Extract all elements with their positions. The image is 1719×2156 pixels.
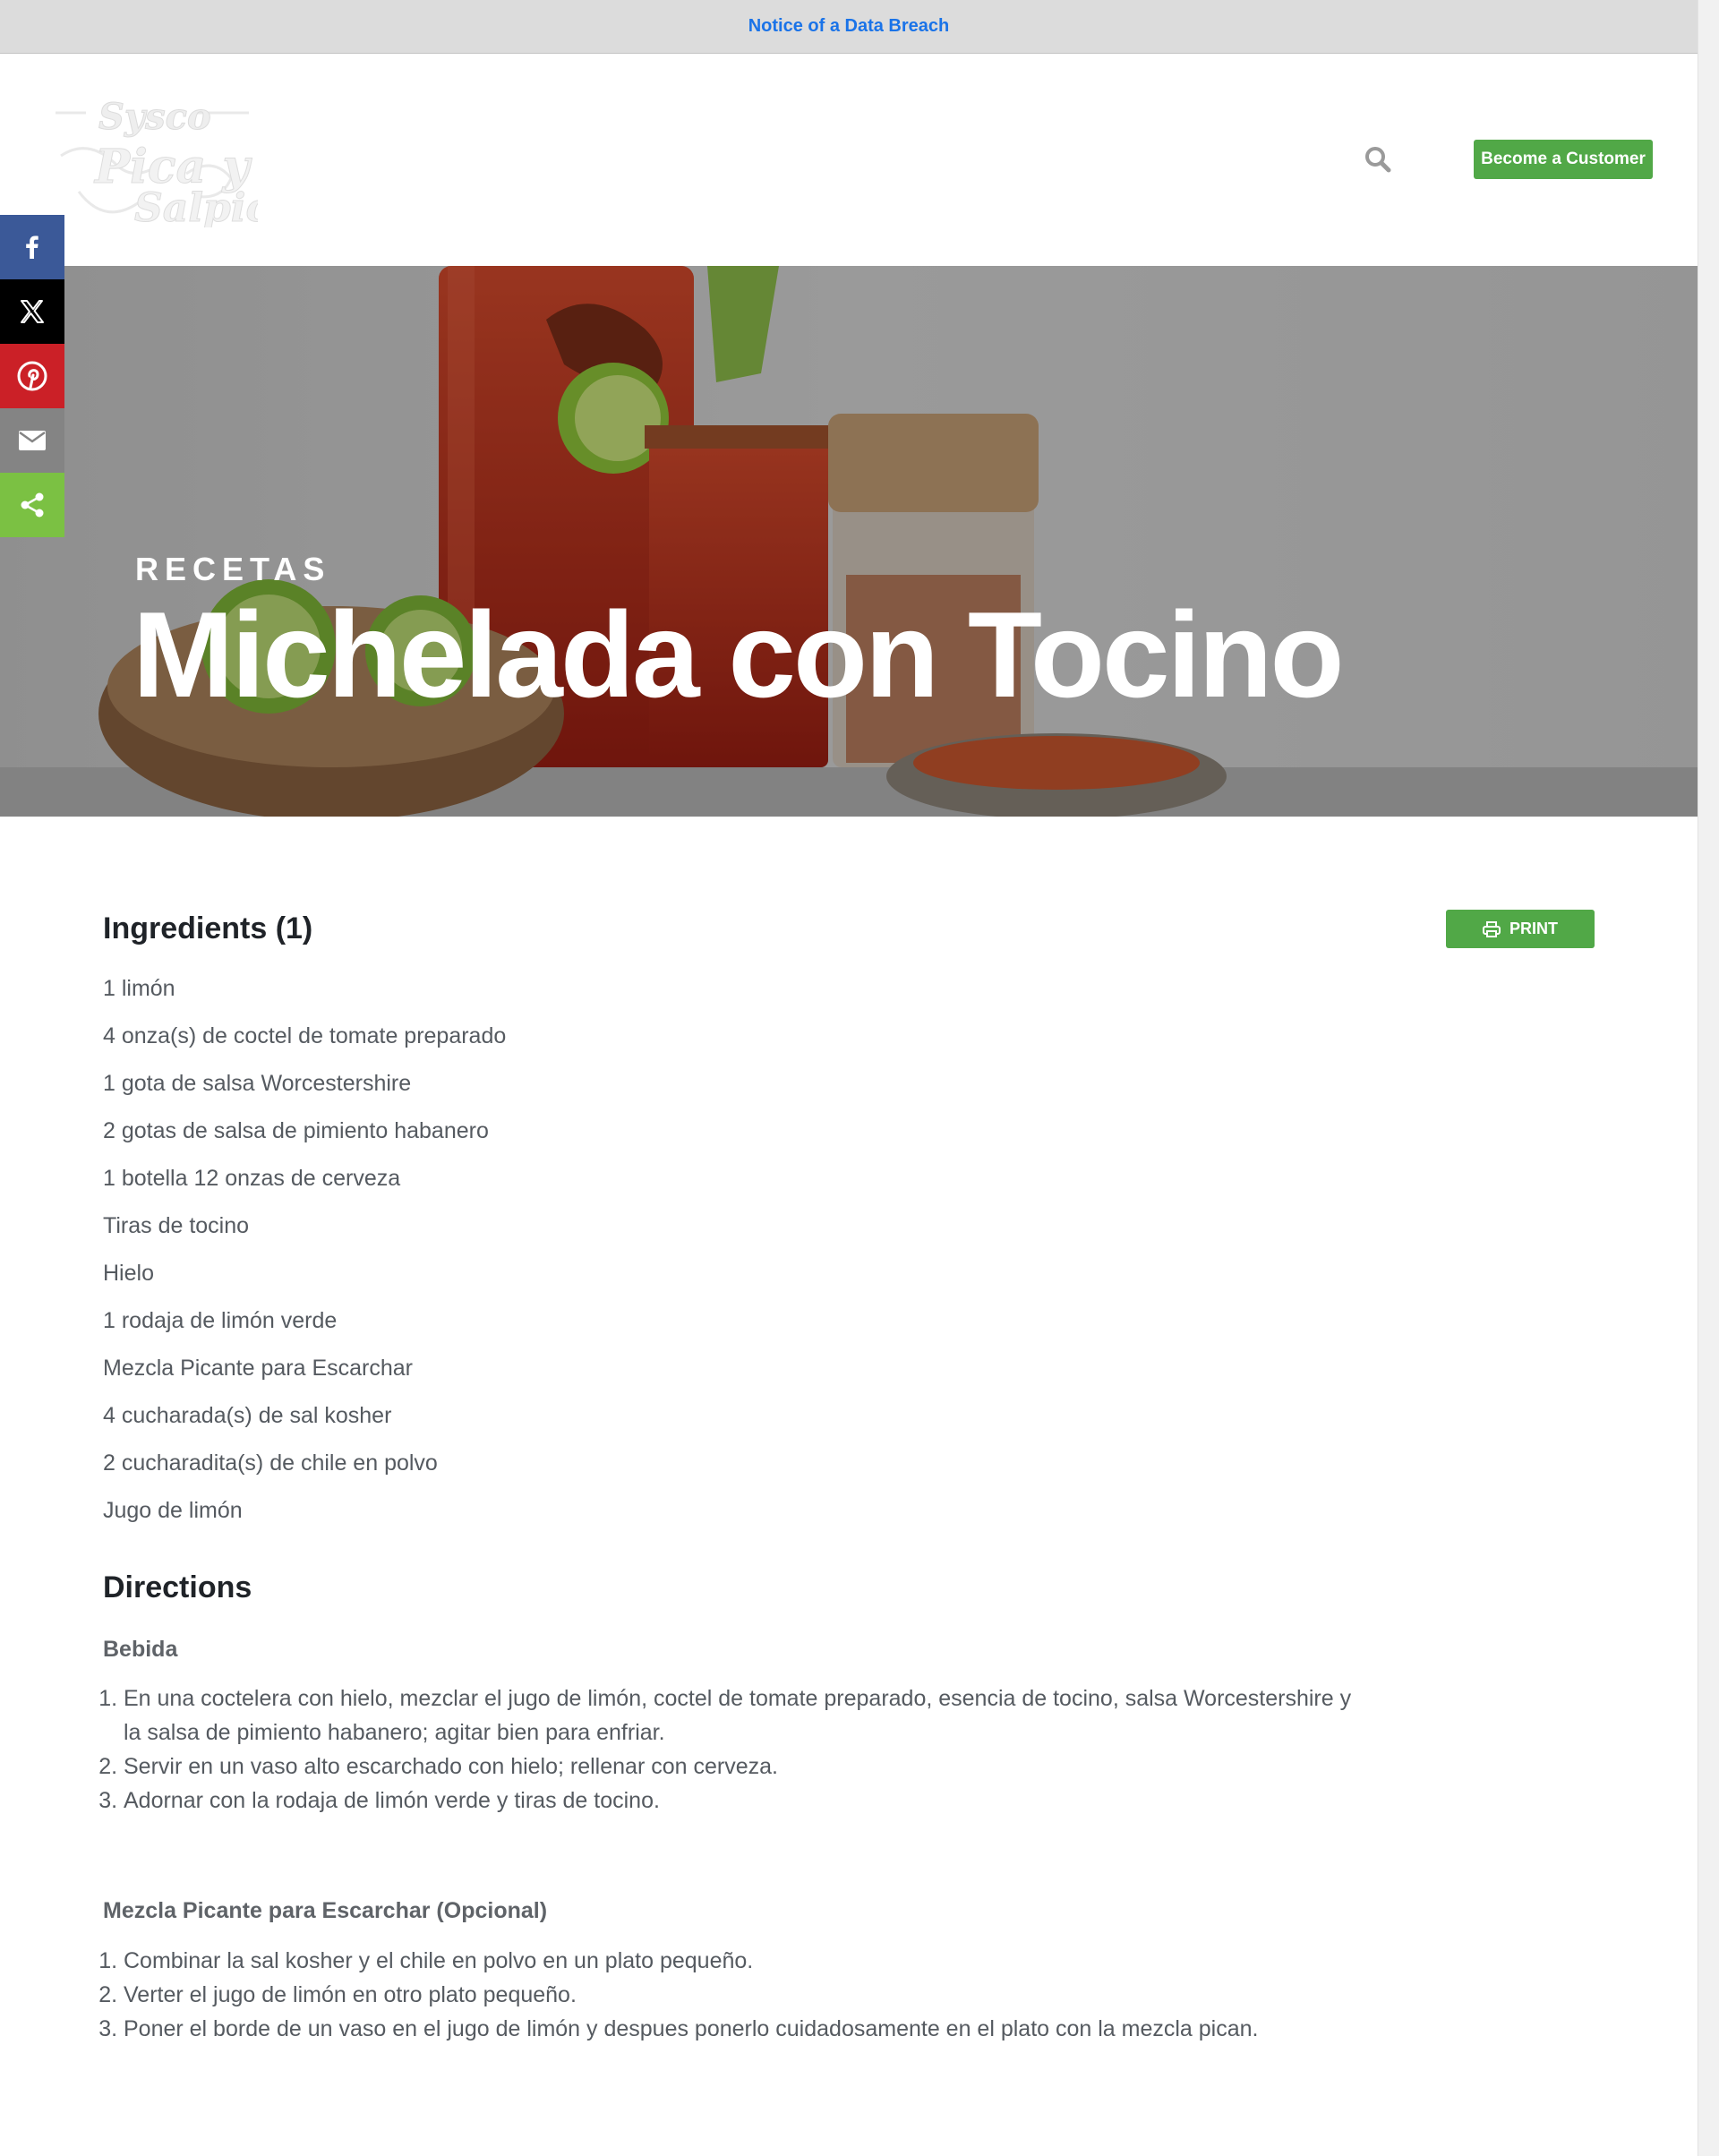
directions-steps-bebida: En una coctelera con hielo, mezclar el j… (103, 1681, 1356, 1818)
x-icon (21, 300, 44, 323)
ingredient-item: 1 rodaja de limón verde (103, 1308, 338, 1333)
print-button[interactable]: PRINT (1446, 910, 1595, 948)
site-logo[interactable]: Sysco Pica y Salpica (52, 93, 295, 232)
notice-bar: Notice of a Data Breach (0, 0, 1698, 54)
svg-text:Sysco: Sysco (98, 96, 211, 138)
directions-steps-mezcla: Combinar la sal kosher y el chile en pol… (103, 1944, 1356, 2046)
printer-icon (1483, 920, 1501, 937)
email-icon (19, 431, 46, 450)
direction-step: Poner el borde de un vaso en el jugo de … (124, 2012, 1356, 2046)
page-title: Michelada con Tocino (133, 586, 1345, 723)
data-breach-notice-link[interactable]: Notice of a Data Breach (748, 16, 950, 37)
become-customer-button[interactable]: Become a Customer (1474, 140, 1653, 179)
ingredient-item: 2 cucharadita(s) de chile en polvo (103, 1450, 438, 1476)
ingredient-item: 4 onza(s) de coctel de tomate preparado (103, 1023, 507, 1048)
hero-banner: RECETAS Michelada con Tocino (0, 266, 1698, 817)
share-facebook-button[interactable] (0, 215, 64, 279)
ingredient-item: 1 botella 12 onzas de cerveza (103, 1166, 401, 1191)
ingredients-list: 1 limón 4 onza(s) de coctel de tomate pr… (103, 974, 506, 1544)
svg-text:Salpica: Salpica (134, 185, 258, 227)
ingredient-item: Mezcla Picante para Escarchar (103, 1356, 413, 1381)
share-more-button[interactable] (0, 473, 64, 537)
logo-graphic: Sysco Pica y Salpica (56, 96, 295, 232)
direction-step: Servir en un vaso alto escarchado con hi… (124, 1750, 1356, 1784)
directions-heading: Directions (103, 1570, 252, 1604)
site-header: Sysco Pica y Salpica Become a Customer (0, 54, 1698, 266)
share-x-button[interactable] (0, 279, 64, 344)
share-email-button[interactable] (0, 408, 64, 473)
direction-step: Adornar con la rodaja de limón verde y t… (124, 1784, 1356, 1818)
ingredient-item: Tiras de tocino (103, 1213, 250, 1238)
direction-step: Combinar la sal kosher y el chile en pol… (124, 1944, 1356, 1978)
facebook-icon (26, 235, 38, 259)
ingredient-item: 1 gota de salsa Worcestershire (103, 1071, 412, 1096)
ingredient-item: Jugo de limón (103, 1498, 243, 1523)
directions-section-heading: Mezcla Picante para Escarchar (Opcional) (103, 1898, 548, 1923)
social-share-bar (0, 215, 64, 537)
print-label: PRINT (1509, 920, 1558, 937)
hero-category: RECETAS (135, 551, 331, 587)
share-pinterest-button[interactable] (0, 344, 64, 408)
ingredient-item: Hielo (103, 1261, 154, 1286)
pinterest-icon (17, 361, 47, 391)
directions-section-heading: Bebida (103, 1637, 178, 1662)
direction-step: En una coctelera con hielo, mezclar el j… (124, 1681, 1356, 1750)
direction-step: Verter el jugo de limón en otro plato pe… (124, 1978, 1356, 2012)
page-scrollbar[interactable] (1698, 0, 1719, 2156)
search-icon (1365, 147, 1391, 173)
search-button[interactable] (1363, 144, 1393, 175)
ingredient-item: 4 cucharada(s) de sal kosher (103, 1403, 392, 1428)
ingredient-item: 2 gotas de salsa de pimiento habanero (103, 1118, 489, 1143)
ingredient-item: 1 limón (103, 976, 175, 1001)
share-icon (21, 492, 44, 518)
ingredients-heading: Ingredients (1) (103, 911, 313, 945)
page: Notice of a Data Breach Sysco Pica y Sal… (0, 0, 1698, 2156)
hero-overlay (0, 266, 1698, 817)
